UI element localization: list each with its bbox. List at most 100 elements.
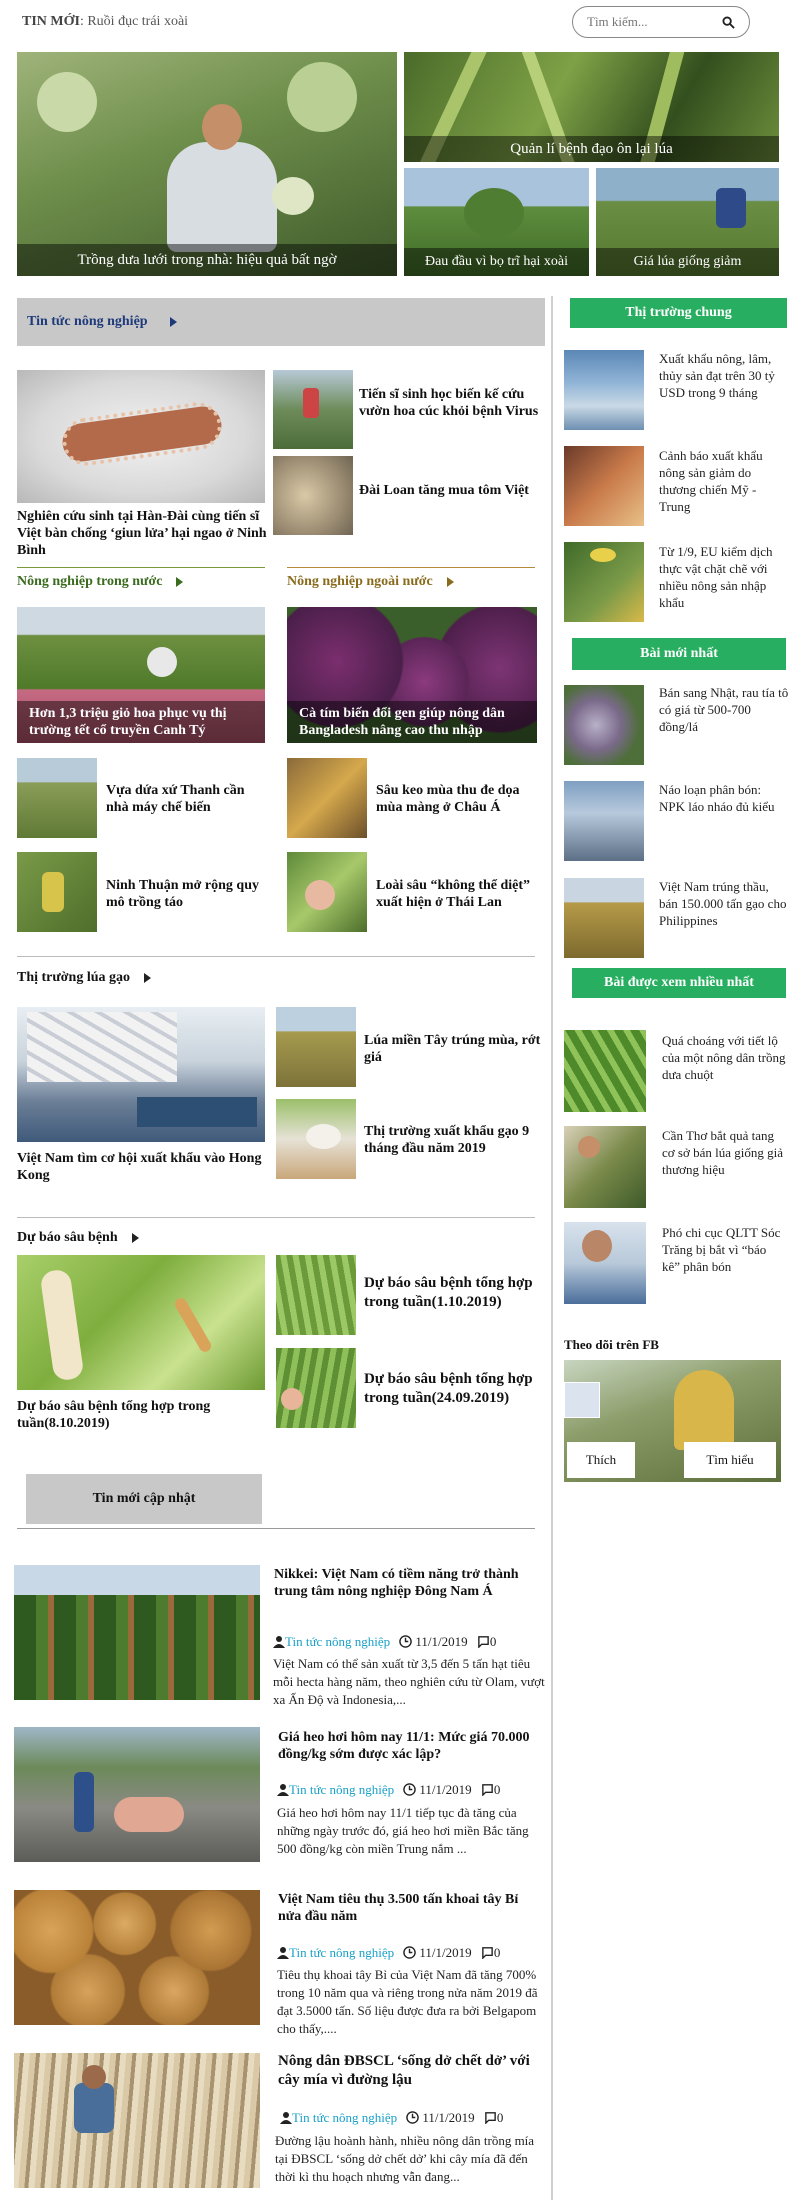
comment-icon[interactable] (477, 1635, 490, 1649)
pest-image-1[interactable] (276, 1255, 356, 1335)
latest-comments-4[interactable]: 0 (497, 2110, 504, 2125)
section-rice-label[interactable]: Thị trường lúa gạo (17, 970, 130, 985)
latest-category-3[interactable]: Tin tức nông nghiệp (289, 1945, 394, 1960)
latest-title-1[interactable]: Nikkei: Việt Nam có tiềm năng trở thành … (274, 1566, 544, 1600)
rice-image-2[interactable] (276, 1099, 356, 1179)
user-icon (273, 1636, 285, 1648)
foreign-image-1[interactable] (287, 758, 367, 838)
foreign-title-1[interactable]: Sâu keo mùa thu đe dọa mùa màng ở Châu Á (376, 782, 541, 816)
rice-feature-image[interactable] (17, 1007, 265, 1142)
popular-image-2[interactable] (564, 1126, 646, 1208)
domestic-image-1[interactable] (17, 758, 97, 838)
latest-image-1[interactable] (14, 1565, 260, 1700)
section-rice[interactable]: Thị trường lúa gạo (17, 970, 152, 986)
fb-like-button[interactable]: Thích (567, 1442, 635, 1478)
section-title-news[interactable]: Tin tức nông nghiệp (27, 314, 148, 330)
sidebar-latest-image-2[interactable] (564, 781, 644, 861)
domestic-feature[interactable]: Hơn 1,3 triệu giỏ hoa phục vụ thị trường… (17, 607, 265, 743)
foreign-image-2[interactable] (287, 852, 367, 932)
sidebar-latest-title-3[interactable]: Việt Nam trúng thầu, bán 150.000 tấn gạo… (659, 878, 789, 929)
popular-title-3[interactable]: Phó chi cục QLTT Sóc Trăng bị bắt vì “bá… (662, 1224, 787, 1275)
hero-top-right-caption[interactable]: Quản lí bệnh đạo ôn lại lúa (404, 136, 779, 162)
market-image-1[interactable] (564, 350, 644, 430)
sidebar-market-title[interactable]: Thị trường chung (570, 298, 787, 328)
foreign-feature[interactable]: Cà tím biến đổi gen giúp nông dân Bangla… (287, 607, 537, 743)
latest-category-1[interactable]: Tin tức nông nghiệp (285, 1634, 390, 1649)
pest-feature-title[interactable]: Dự báo sâu bệnh tổng hợp trong tuần(8.10… (17, 1398, 267, 1432)
pest-feature-image[interactable] (17, 1255, 265, 1390)
search-icon[interactable] (722, 16, 735, 29)
domestic-feature-caption[interactable]: Hơn 1,3 triệu giỏ hoa phục vụ thị trường… (17, 701, 265, 743)
rice-image-1[interactable] (276, 1007, 356, 1087)
hero-bottom-right-caption[interactable]: Giá lúa giống giảm (596, 248, 779, 276)
sidebar-latest-image-1[interactable] (564, 685, 644, 765)
market-image-3[interactable] (564, 542, 644, 622)
pest-image-2[interactable] (276, 1348, 356, 1428)
pest-title-1[interactable]: Dự báo sâu bệnh tổng hợp trong tuần(1.10… (364, 1274, 544, 1312)
latest-category-2[interactable]: Tin tức nông nghiệp (289, 1782, 394, 1797)
hero-main-caption[interactable]: Trồng dưa lưới trong nhà: hiệu quả bất n… (17, 244, 397, 276)
sidebar-latest-title-2[interactable]: Náo loạn phân bón: NPK láo nháo đủ kiểu (659, 781, 789, 815)
hero-bottom-right[interactable]: Giá lúa giống giảm (596, 168, 779, 276)
pest-title-2[interactable]: Dự báo sâu bệnh tổng hợp trong tuần(24.0… (364, 1370, 544, 1408)
search-input[interactable] (587, 14, 717, 30)
popular-title-2[interactable]: Cần Thơ bắt quả tang cơ sở bán lúa giống… (662, 1127, 787, 1178)
market-title-3[interactable]: Từ 1/9, EU kiểm dịch thực vật chặt chẽ v… (659, 543, 789, 611)
latest-date-3: 11/1/2019 (419, 1945, 472, 1960)
side-image-2[interactable] (273, 456, 353, 535)
latest-image-4[interactable] (14, 2053, 260, 2188)
latest-image-2[interactable] (14, 1727, 260, 1862)
latest-title-3[interactable]: Việt Nam tiêu thụ 3.500 tấn khoai tây Bỉ… (278, 1891, 543, 1925)
latest-title-2[interactable]: Giá heo hơi hôm nay 11/1: Mức giá 70.000… (278, 1729, 543, 1763)
hero-top-right[interactable]: Quản lí bệnh đạo ôn lại lúa (404, 52, 779, 162)
domestic-title-2[interactable]: Ninh Thuận mở rộng quy mô trồng táo (106, 877, 266, 911)
latest-comments-3[interactable]: 0 (494, 1945, 501, 1960)
feature-title[interactable]: Nghiên cứu sinh tại Hàn-Đài cùng tiến sĩ… (17, 508, 267, 559)
latest-comments-1[interactable]: 0 (490, 1634, 497, 1649)
fb-learn-more-button[interactable]: Tìm hiểu (684, 1442, 776, 1478)
section-domestic[interactable]: Nông nghiệp trong nước (17, 574, 184, 590)
market-title-2[interactable]: Cảnh báo xuất khẩu nông sản giảm do thươ… (659, 447, 789, 515)
update-button[interactable]: Tin mới cập nhật (26, 1474, 262, 1524)
latest-title-4[interactable]: Nông dân ĐBSCL ‘sống dở chết dở’ với cây… (278, 2052, 543, 2090)
latest-category-4[interactable]: Tin tức nông nghiệp (292, 2110, 397, 2125)
ticker[interactable]: TIN MỚI: Ruồi đục trái xoài (22, 14, 188, 30)
side-image-1[interactable] (273, 370, 353, 449)
search-box[interactable] (572, 6, 750, 38)
side-title-2[interactable]: Đài Loan tăng mua tôm Việt (359, 482, 544, 499)
section-pest[interactable]: Dự báo sâu bệnh (17, 1230, 139, 1246)
comment-icon[interactable] (481, 1783, 494, 1797)
hero-bottom-mid-caption[interactable]: Đau đầu vì bọ trĩ hại xoài (404, 248, 589, 276)
comment-icon[interactable] (481, 1946, 494, 1960)
sidebar-latest-title[interactable]: Bài mới nhất (572, 638, 786, 670)
hero-bottom-mid[interactable]: Đau đầu vì bọ trĩ hại xoài (404, 168, 589, 276)
market-image-2[interactable] (564, 446, 644, 526)
feature-image[interactable] (17, 370, 265, 503)
comment-icon[interactable] (484, 2111, 497, 2125)
ticker-text[interactable]: : Ruồi đục trái xoài (80, 14, 188, 29)
popular-image-3[interactable] (564, 1222, 646, 1304)
section-foreign-label[interactable]: Nông nghiệp ngoài nước (287, 574, 433, 589)
domestic-image-2[interactable] (17, 852, 97, 932)
rice-feature-title[interactable]: Việt Nam tìm cơ hội xuất khẩu vào Hong K… (17, 1150, 267, 1184)
section-header-news[interactable]: Tin tức nông nghiệp (17, 298, 545, 346)
fb-widget[interactable]: Thích Tìm hiểu (564, 1360, 781, 1482)
latest-comments-2[interactable]: 0 (494, 1782, 501, 1797)
section-pest-label[interactable]: Dự báo sâu bệnh (17, 1230, 118, 1245)
market-title-1[interactable]: Xuất khẩu nông, lâm, thủy sản đạt trên 3… (659, 350, 789, 401)
hero-main[interactable]: Trồng dưa lưới trong nhà: hiệu quả bất n… (17, 52, 397, 276)
latest-image-3[interactable] (14, 1890, 260, 2025)
domestic-title-1[interactable]: Vựa dứa xứ Thanh cần nhà máy chế biến (106, 782, 266, 816)
sidebar-latest-image-3[interactable] (564, 878, 644, 958)
rice-title-2[interactable]: Thị trường xuất khẩu gạo 9 tháng đầu năm… (364, 1123, 544, 1157)
popular-image-1[interactable] (564, 1030, 646, 1112)
section-domestic-label[interactable]: Nông nghiệp trong nước (17, 574, 162, 589)
side-title-1[interactable]: Tiến sĩ sinh học biến kế cứu vườn hoa cú… (359, 386, 544, 420)
rice-title-1[interactable]: Lúa miền Tây trúng mùa, rớt giá (364, 1032, 544, 1066)
foreign-feature-caption[interactable]: Cà tím biến đổi gen giúp nông dân Bangla… (287, 701, 537, 743)
foreign-title-2[interactable]: Loài sâu “không thể diệt” xuất hiện ở Th… (376, 877, 541, 911)
sidebar-latest-title-1[interactable]: Bán sang Nhật, rau tía tô có giá từ 500-… (659, 684, 789, 735)
popular-title-1[interactable]: Quá choáng với tiết lộ của một nông dân … (662, 1032, 787, 1083)
sidebar-popular-title[interactable]: Bài được xem nhiều nhất (572, 968, 786, 998)
section-foreign[interactable]: Nông nghiệp ngoài nước (287, 574, 454, 590)
